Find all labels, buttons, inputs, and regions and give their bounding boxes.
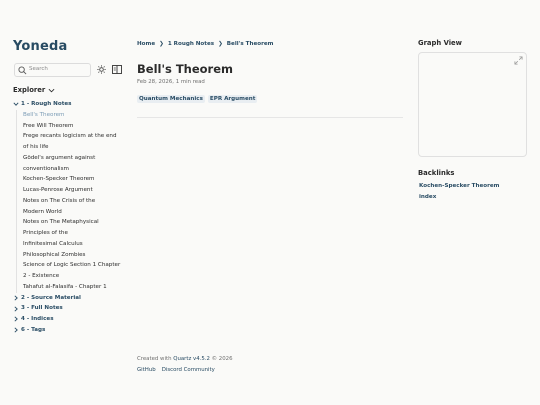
chevron-down-icon [48,88,55,92]
footer-link-discord[interactable]: Discord Community [162,367,215,373]
backlink-index[interactable]: index [419,192,500,203]
tag-quantum-mechanics[interactable]: Quantum Mechanics [137,95,205,103]
note-link[interactable]: Kochen-Specker Theorem [23,174,125,185]
note-link[interactable]: Lucas-Penrose Argument [23,185,125,196]
note-link[interactable]: Frege recants logicism at the end [23,131,125,142]
note-link[interactable]: Tahafut al-Falasifa - Chapter 1 [23,282,125,293]
explorer-tree: 1 - Rough Notes Bell's Theorem Free Will… [13,99,125,336]
breadcrumb: Home ❯ 1 Rough Notes ❯ Bell's Theorem [137,41,273,47]
note-link[interactable]: Science of Logic Section 1 Chapter [23,260,125,271]
explorer-toggle[interactable]: Explorer [13,86,55,94]
footer-credit: Created with Quartz v4.5.2 © 2026 [137,356,233,362]
folder-indices[interactable]: 4 - Indices [13,314,125,325]
folder-label: 1 - Rough Notes [21,101,72,107]
page-title: Bell's Theorem [137,62,234,76]
expand-graph-icon[interactable] [514,56,523,65]
breadcrumb-separator-icon: ❯ [218,41,223,47]
footer-quartz-link[interactable]: Quartz v4.5.2 [173,356,210,362]
footer-link-github[interactable]: GitHub [137,367,156,373]
note-link[interactable]: Notes on The Metaphysical [23,217,125,228]
breadcrumb-separator-icon: ❯ [159,41,164,47]
tag-epr-argument[interactable]: EPR Argument [207,95,258,103]
note-link-bells-theorem[interactable]: Bell's Theorem [23,110,125,121]
note-link[interactable]: of his life [23,142,125,153]
chevron-right-icon [14,295,18,301]
note-link[interactable]: Modern World [23,207,125,218]
note-link[interactable]: conventionalism [23,164,125,175]
folder-tags[interactable]: 6 - Tags [13,325,125,336]
backlinks-title: Backlinks [418,169,455,177]
content-divider [137,117,403,118]
footer-created-prefix: Created with [137,356,172,362]
explorer-title: Explorer [13,86,46,94]
tag-list: Quantum Mechanics EPR Argument [137,95,258,103]
chevron-right-icon [14,327,18,333]
note-link[interactable]: Philosophical Zombies [23,250,125,261]
backlinks-list: Kochen-Specker Theorem index [419,181,500,203]
folder-source-material[interactable]: 2 - Source Material [13,293,125,304]
note-link[interactable]: Notes on The Crisis of the [23,196,125,207]
reader-mode-icon[interactable] [112,65,122,74]
folder-label: 4 - Indices [21,316,54,322]
breadcrumb-home[interactable]: Home [137,41,155,47]
graph-view-title: Graph View [418,39,462,47]
note-link[interactable]: Infinitesimal Calculus [23,239,125,250]
search-icon [18,66,27,75]
sun-icon[interactable] [97,65,106,74]
footer-year: © 2026 [211,356,233,362]
folder-notes-list: Bell's Theorem Free Will Theorem Frege r… [16,109,125,293]
backlink-kochen-specker[interactable]: Kochen-Specker Theorem [419,181,500,192]
site-title[interactable]: Yoneda [13,39,68,54]
breadcrumb-folder[interactable]: 1 Rough Notes [168,41,214,47]
note-link[interactable]: Free Will Theorem [23,121,125,132]
note-link[interactable]: Gödel's argument against [23,153,125,164]
folder-label: 6 - Tags [21,326,46,333]
graph-view-canvas[interactable] [418,52,527,157]
folder-rough-notes[interactable]: 1 - Rough Notes [13,99,125,110]
note-link[interactable]: Principles of the [23,228,125,239]
folder-label: 2 - Source Material [21,294,81,301]
article-meta: Feb 28, 2026, 1 min read [137,79,205,85]
folder-full-notes[interactable]: 3 - Full Notes [13,303,125,314]
note-link[interactable]: 2 - Existence [23,271,125,282]
search-placeholder: Search [29,66,48,72]
folder-label: 3 - Full Notes [21,305,63,312]
breadcrumb-current[interactable]: Bell's Theorem [227,41,274,47]
search-input[interactable]: Search [14,63,91,77]
footer-links: GitHub Discord Community [137,367,215,373]
chevron-down-icon [13,102,19,107]
chevron-right-icon [14,306,18,312]
chevron-right-icon [14,316,18,322]
